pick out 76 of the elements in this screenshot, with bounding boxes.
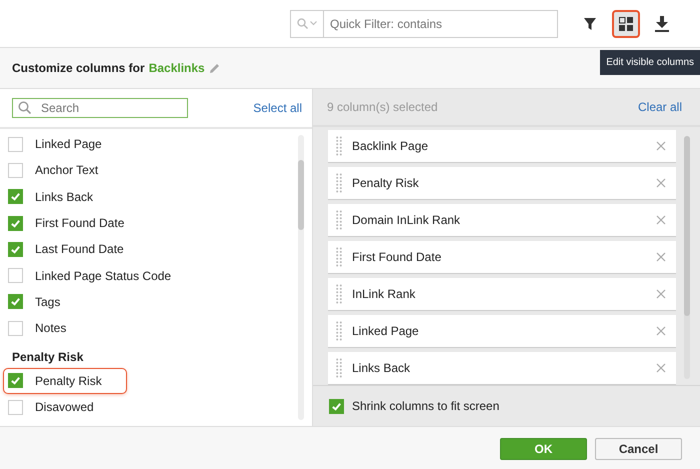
scrollbar[interactable] (298, 135, 304, 420)
pencil-icon[interactable] (208, 62, 220, 74)
quick-filter-field[interactable]: Quick Filter: contains (324, 10, 558, 38)
column-card[interactable]: Penalty Risk (328, 167, 676, 200)
column-name: Linked Page (352, 324, 420, 338)
shrink-option[interactable]: Shrink columns to fit screen (352, 399, 500, 413)
checkmark-icon (10, 296, 21, 308)
checkbox[interactable] (8, 136, 23, 152)
column-option[interactable]: Last Found Date (35, 242, 124, 256)
column-card[interactable]: Domain InLink Rank (328, 204, 676, 237)
column-card[interactable]: Linked Page (328, 315, 676, 348)
column-card[interactable]: InLink Rank (328, 278, 676, 311)
checkbox[interactable] (8, 400, 23, 415)
checkbox[interactable] (8, 373, 23, 388)
checkbox[interactable] (329, 398, 344, 414)
filter-mode-dropdown[interactable] (290, 10, 324, 38)
grid-icon (619, 16, 633, 30)
column-card[interactable]: First Found Date (328, 241, 676, 274)
column-option[interactable]: Links Back (35, 190, 94, 204)
checkbox[interactable] (8, 216, 23, 231)
cancel-button[interactable]: Cancel (595, 438, 682, 460)
checkmark-icon (10, 375, 21, 386)
search-icon (18, 101, 31, 114)
close-icon[interactable] (656, 252, 666, 262)
column-name: InLink Rank (352, 287, 416, 301)
selected-count: 9 column(s) selected (327, 100, 438, 114)
column-option[interactable]: Anchor Text (35, 163, 98, 178)
close-icon[interactable] (656, 363, 666, 373)
filter-icon (583, 16, 597, 30)
column-name: First Found Date (352, 250, 442, 264)
drag-handle-icon[interactable] (336, 358, 342, 378)
checkbox[interactable] (8, 320, 23, 336)
drag-handle-icon[interactable] (336, 284, 342, 304)
drag-handle-icon[interactable] (336, 247, 342, 267)
column-option[interactable]: Linked Page (35, 137, 102, 152)
close-icon[interactable] (656, 326, 666, 336)
drag-handle-icon[interactable] (336, 321, 342, 341)
clear-all-link[interactable]: Clear all (638, 100, 682, 114)
drag-handle-icon[interactable] (336, 173, 342, 193)
close-icon[interactable] (656, 141, 666, 151)
close-icon[interactable] (656, 289, 666, 299)
column-name: Links Back (352, 361, 412, 375)
toolbar-button[interactable] (612, 10, 640, 38)
tooltip: Edit visible columns (600, 50, 700, 75)
scrollbar[interactable] (684, 136, 690, 379)
column-card[interactable]: Backlink Page (328, 130, 676, 163)
column-card[interactable]: Links Back (328, 352, 676, 385)
checkbox[interactable] (8, 242, 23, 257)
column-option[interactable]: First Found Date (35, 216, 124, 230)
column-option[interactable]: Disavowed (35, 400, 94, 414)
dialog-title: Customize columns for (12, 61, 145, 75)
group-heading: Penalty Risk (11, 348, 84, 366)
drag-handle-icon[interactable] (336, 210, 342, 230)
report-name: Backlinks (148, 61, 205, 75)
checkmark-icon (331, 400, 342, 412)
checkmark-icon (10, 218, 21, 229)
column-name: Penalty Risk (352, 176, 420, 190)
checkbox[interactable] (8, 268, 23, 284)
column-name: Backlink Page (352, 139, 430, 153)
close-icon[interactable] (656, 215, 666, 225)
checkbox[interactable] (8, 162, 23, 178)
column-option[interactable]: Notes (35, 321, 66, 336)
checkbox[interactable] (8, 294, 23, 310)
column-name: Domain InLink Rank (352, 213, 462, 227)
select-all-link[interactable]: Select all (253, 101, 302, 115)
close-icon[interactable] (656, 178, 666, 188)
drag-handle-icon[interactable] (336, 136, 342, 156)
download-icon (655, 16, 669, 32)
checkbox[interactable] (8, 189, 23, 204)
column-option[interactable]: Linked Page Status Code (35, 268, 172, 283)
search-field[interactable]: Search (12, 98, 188, 118)
search-icon (297, 18, 308, 29)
checkmark-icon (10, 244, 21, 255)
caret-icon (310, 21, 317, 26)
column-option[interactable]: Tags (35, 294, 60, 309)
checkmark-icon (10, 191, 21, 202)
